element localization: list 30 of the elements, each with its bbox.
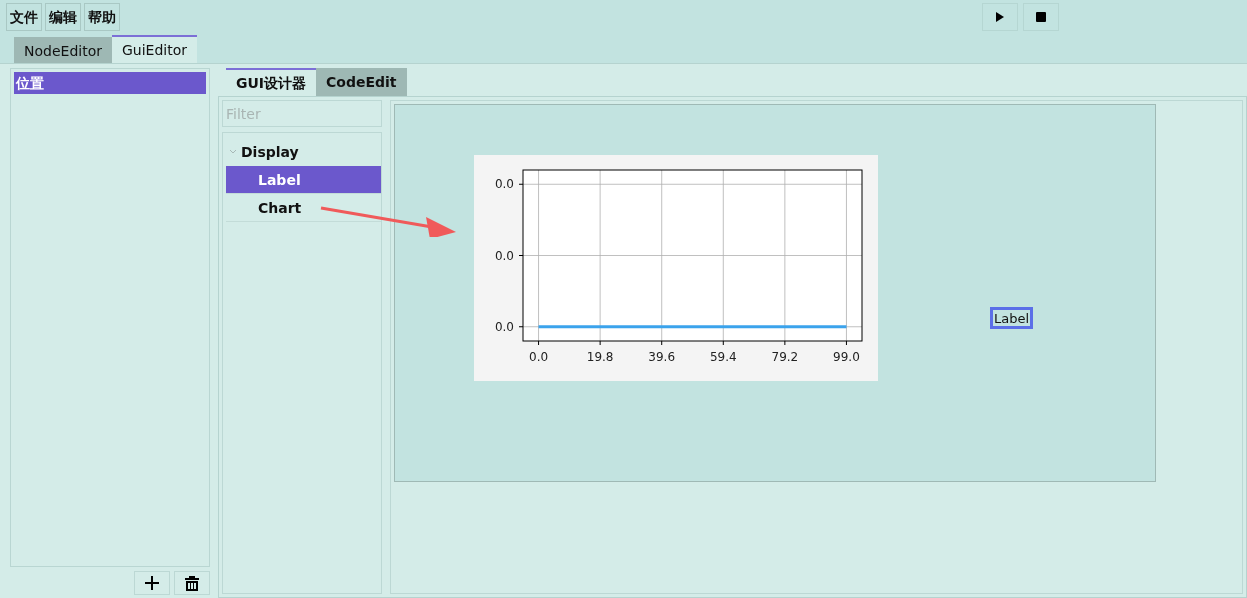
menu-button[interactable]: 帮助 bbox=[84, 3, 120, 31]
x-tick-label: 99.0 bbox=[833, 350, 860, 364]
list-item[interactable]: 位置 bbox=[14, 72, 206, 94]
x-tick-label: 0.0 bbox=[529, 350, 549, 364]
x-tick-label: 59.4 bbox=[709, 350, 737, 364]
y-tick-label: 0.0 bbox=[494, 248, 514, 263]
menu-button[interactable]: 文件 bbox=[6, 3, 42, 31]
stop-button[interactable] bbox=[1023, 3, 1059, 31]
tab[interactable]: CodeEdit bbox=[316, 68, 407, 96]
tree-item[interactable]: Display bbox=[226, 138, 381, 166]
x-tick-label: 79.2 bbox=[771, 350, 799, 364]
tab[interactable]: GuiEditor bbox=[112, 35, 198, 63]
chevron-icon bbox=[229, 149, 237, 155]
tree-label: Display bbox=[241, 142, 299, 162]
y-tick-label: 0.0 bbox=[494, 177, 514, 192]
tree-item[interactable]: Chart bbox=[226, 194, 381, 222]
label-widget[interactable]: Label bbox=[990, 307, 1034, 329]
delete-button[interactable] bbox=[174, 571, 210, 595]
y-tick-label: 0.0 bbox=[494, 319, 514, 334]
x-tick-label: 39.6 bbox=[648, 350, 676, 364]
plus-icon bbox=[145, 576, 159, 590]
add-button[interactable] bbox=[134, 571, 170, 595]
play-button[interactable] bbox=[982, 3, 1018, 31]
menu-button[interactable]: 编辑 bbox=[45, 3, 81, 31]
trash-icon bbox=[185, 575, 199, 591]
tree-item[interactable]: Label bbox=[226, 166, 381, 194]
play-icon bbox=[996, 12, 1004, 22]
tab[interactable]: NodeEditor bbox=[14, 37, 112, 65]
x-tick-label: 19.8 bbox=[586, 350, 614, 364]
stop-icon bbox=[1036, 12, 1046, 22]
